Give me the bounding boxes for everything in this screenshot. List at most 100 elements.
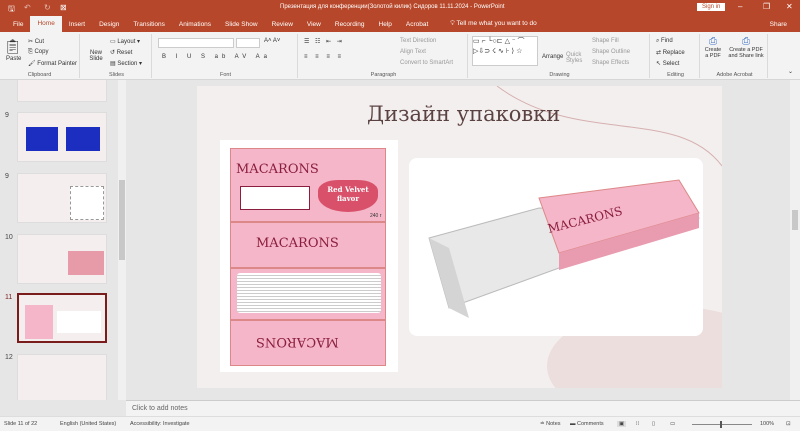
tab-design[interactable]: Design [92, 18, 126, 31]
ribbon-tabs: File Home Insert Design Transitions Anim… [0, 16, 800, 32]
quick-styles-button[interactable]: Quick Styles [566, 52, 588, 64]
shape-fill-button[interactable]: Shape Fill [592, 38, 619, 44]
thumbnail-number: 11 [5, 294, 13, 301]
undo-icon[interactable]: ↶ [24, 3, 31, 12]
weight-text: 240 г [370, 213, 382, 219]
tab-slide-show[interactable]: Slide Show [218, 18, 265, 31]
comments-toggle[interactable]: ▬ Comments [570, 421, 604, 427]
thumbnail-number: 10 [5, 234, 13, 241]
paste-button[interactable]: Paste [6, 56, 21, 62]
redo-icon[interactable]: ↻ [44, 3, 51, 12]
convert-smartart-button[interactable]: Convert to SmartArt [400, 60, 453, 66]
tab-acrobat[interactable]: Acrobat [399, 18, 435, 31]
thumbnail-number: 9 [5, 112, 9, 119]
create-pdf-button[interactable]: ⎙ Create a PDF [704, 36, 722, 59]
paste-icon[interactable]: 📋︎ [4, 38, 22, 55]
clipboard-label: Clipboard [27, 72, 52, 78]
tab-help[interactable]: Help [372, 18, 399, 31]
clipboard-group: 📋︎ Paste ✂ Cut ⎘ Copy 🖌︎ Format Painter … [0, 34, 80, 78]
maximize-button[interactable]: ❐ [763, 2, 770, 11]
copy-button[interactable]: ⎘ Copy [28, 49, 48, 56]
drawing-group: ▭ ⌐ └○⊏ △ ⁻ ⌒ ▷⇩⊃ ☇ ∿ ⊦ ⟩ ☆ Arrange Quic… [470, 34, 650, 78]
tab-animations[interactable]: Animations [172, 18, 218, 31]
slide-title[interactable]: Дизайн упаковки [367, 102, 560, 126]
align-buttons[interactable]: ≡ ≡ ≡ ≡ [304, 54, 344, 60]
tab-transitions[interactable]: Transitions [126, 18, 172, 31]
notes-pane[interactable]: Click to add notes [126, 400, 800, 416]
slide-thumbnail[interactable] [17, 234, 107, 284]
tell-me-search[interactable]: 💡︎ Tell me what you want to do [443, 17, 543, 31]
window-title: Презентация для конференции(Золотой кили… [280, 4, 505, 10]
tab-home[interactable]: Home [30, 16, 62, 32]
slide-scrollbar[interactable] [790, 80, 800, 400]
slide-thumbnail-selected[interactable] [17, 293, 107, 343]
list-buttons[interactable]: ☰ ☷ ⇤ ⇥ [304, 38, 344, 45]
acrobat-label: Adobe Acrobat [716, 72, 753, 78]
zoom-slider-thumb[interactable] [720, 421, 722, 428]
pdf-share-icon: ⎙ [742, 36, 750, 47]
editing-group: ⌕ Find ⇄ Replace ↖ Select Editing [652, 34, 700, 78]
replace-button[interactable]: ⇄ Replace [656, 49, 685, 56]
find-button[interactable]: ⌕ Find [656, 38, 673, 45]
drawing-label: Drawing [549, 72, 570, 78]
tab-recording[interactable]: Recording [328, 18, 372, 31]
reset-button[interactable]: ↺ Reset [110, 49, 132, 56]
package-render-image[interactable]: MACARONS [409, 158, 703, 336]
shape-effects-button[interactable]: Shape Effects [592, 60, 629, 66]
brand-text: MACARONS [256, 236, 339, 251]
tab-insert[interactable]: Insert [62, 18, 92, 31]
text-direction-button[interactable]: Text Direction [400, 38, 436, 44]
slide-sorter-button[interactable]: ⁞⁞ [636, 421, 639, 427]
tab-file[interactable]: File [6, 18, 30, 31]
new-slide-button[interactable]: New Slide [86, 50, 106, 62]
close-button[interactable]: ✕ [786, 2, 793, 11]
acrobat-group: ⎙ Create a PDF ⎙ Create a PDF and Share li… [702, 34, 768, 78]
reading-view-button[interactable]: ▯ [652, 421, 655, 427]
arrange-button[interactable]: Arrange [542, 54, 563, 60]
ribbon: 📋︎ Paste ✂ Cut ⎘ Copy 🖌︎ Format Painter … [0, 32, 800, 80]
font-name-select[interactable] [158, 38, 234, 48]
tell-me-text: Tell me what you want to do [456, 20, 537, 27]
zoom-level[interactable]: 100% [760, 421, 774, 427]
font-size-buttons[interactable]: A˄ A˅ [264, 38, 280, 44]
share-button[interactable]: Share [763, 18, 794, 31]
language-status[interactable]: English (United States) [60, 421, 116, 427]
notes-toggle[interactable]: ≐ Notes [540, 421, 561, 427]
slide-thumbnail[interactable] [17, 112, 107, 162]
zoom-slider[interactable] [692, 424, 752, 425]
fit-to-window-button[interactable]: ⊡ [786, 421, 791, 427]
font-size-select[interactable] [236, 38, 260, 48]
sign-in-button[interactable]: Sign in [697, 3, 726, 11]
format-painter-button[interactable]: 🖌︎ Format Painter [28, 60, 77, 67]
presentation-icon[interactable]: ⊠ [60, 3, 67, 12]
create-share-pdf-button[interactable]: ⎙ Create a PDF and Share link [726, 36, 766, 59]
tab-view[interactable]: View [300, 18, 328, 31]
thumbnail-number: 12 [5, 354, 13, 361]
minimize-button[interactable]: – [738, 2, 742, 11]
editing-label: Editing [667, 72, 684, 78]
paragraph-group: ☰ ☷ ⇤ ⇥ ≡ ≡ ≡ ≡ Text Direction Align Tex… [300, 34, 468, 78]
thumbnails-scrollbar[interactable] [118, 80, 126, 400]
thumbnail-number: 9 [5, 173, 9, 180]
slide-thumbnail[interactable] [17, 80, 107, 102]
shapes-gallery[interactable]: ▭ ⌐ └○⊏ △ ⁻ ⌒ ▷⇩⊃ ☇ ∿ ⊦ ⟩ ☆ [472, 36, 538, 66]
slide-thumbnail[interactable] [17, 173, 107, 223]
collapse-ribbon-icon[interactable]: ⌄ [788, 68, 793, 75]
section-button[interactable]: ▤ Section ▾ [110, 60, 142, 67]
tab-review[interactable]: Review [265, 18, 300, 31]
select-button[interactable]: ↖ Select [656, 60, 679, 67]
shape-outline-button[interactable]: Shape Outline [592, 49, 630, 55]
slide-canvas[interactable]: Дизайн упаковки MACARONS Red Velvet flav… [197, 86, 722, 388]
accessibility-status[interactable]: Accessibility: Investigate [130, 421, 190, 427]
title-bar: 🖫 ↶ ↻ ⊠ Презентация для конференции(Золо… [0, 0, 800, 16]
slideshow-button[interactable]: ▭ [670, 421, 675, 427]
normal-view-button[interactable]: ▣ [617, 421, 627, 427]
slide-thumbnail[interactable] [17, 354, 107, 400]
save-icon[interactable]: 🖫 [8, 3, 15, 17]
align-text-button[interactable]: Align Text [400, 49, 426, 55]
layout-button[interactable]: ▭ Layout ▾ [110, 38, 140, 45]
slides-label: Slides [109, 72, 124, 78]
packaging-layout-image[interactable]: MACARONS Red Velvet flavor 240 г MACARON… [220, 140, 398, 372]
font-format-buttons[interactable]: B I U S ab AV Aa [162, 54, 271, 60]
cut-button[interactable]: ✂ Cut [28, 38, 44, 45]
